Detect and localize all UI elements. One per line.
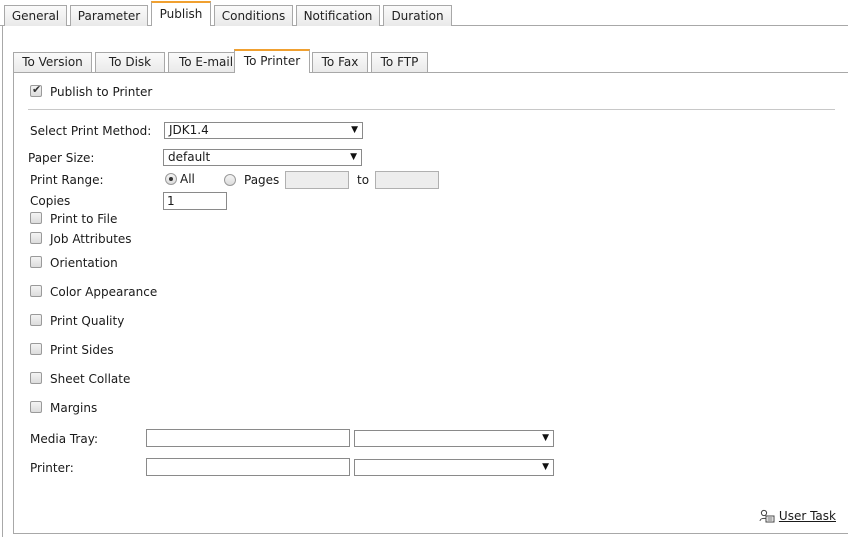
divider xyxy=(28,109,835,110)
chevron-down-icon: ▼ xyxy=(542,433,549,443)
print-range-pages-radio[interactable] xyxy=(224,174,236,186)
print-quality-checkbox[interactable] xyxy=(30,314,42,326)
tab-duration[interactable]: Duration xyxy=(383,5,452,26)
chevron-down-icon: ▼ xyxy=(351,125,358,135)
print-to-file-label: Print to File xyxy=(50,212,118,226)
color-appearance-checkbox[interactable] xyxy=(30,285,42,297)
media-tray-input[interactable] xyxy=(146,429,350,447)
print-range-label: Print Range: xyxy=(30,173,104,187)
print-range-all-label: All xyxy=(180,172,195,186)
print-range-to-input[interactable] xyxy=(375,171,439,189)
print-sides-checkbox[interactable] xyxy=(30,343,42,355)
paper-size-label: Paper Size: xyxy=(28,151,95,165)
user-task-label: User Task xyxy=(778,509,836,523)
print-range-pages-label: Pages xyxy=(244,173,280,187)
job-attributes-checkbox[interactable] xyxy=(30,232,42,244)
publish-to-printer-checkbox[interactable] xyxy=(30,83,42,97)
copies-label: Copies xyxy=(30,194,71,208)
paper-size-value: default xyxy=(168,150,211,164)
paper-size-select[interactable]: default ▼ xyxy=(163,149,362,166)
subtab-to-ftp[interactable]: To FTP xyxy=(371,52,428,73)
tab-notification[interactable]: Notification xyxy=(296,5,380,26)
media-tray-label: Media Tray: xyxy=(30,432,98,446)
print-to-file-checkbox[interactable] xyxy=(30,212,42,224)
print-sides-label: Print Sides xyxy=(50,343,114,357)
subtab-to-email[interactable]: To E-mail xyxy=(168,52,244,73)
sheet-collate-label: Sheet Collate xyxy=(50,372,131,386)
media-tray-select[interactable]: ▼ xyxy=(354,430,554,447)
orientation-label: Orientation xyxy=(50,256,118,270)
top-tab-bar: General Parameter Publish Conditions Not… xyxy=(0,0,848,26)
margins-checkbox[interactable] xyxy=(30,401,42,413)
subtab-to-fax[interactable]: To Fax xyxy=(312,52,368,73)
print-method-label: Select Print Method: xyxy=(30,124,152,138)
print-quality-label: Print Quality xyxy=(50,314,125,328)
chevron-down-icon: ▼ xyxy=(350,152,357,162)
tab-conditions[interactable]: Conditions xyxy=(214,5,293,26)
color-appearance-label: Color Appearance xyxy=(50,285,158,299)
subtab-to-version[interactable]: To Version xyxy=(13,52,92,73)
print-range-all-radio[interactable] xyxy=(165,173,177,185)
printer-select[interactable]: ▼ xyxy=(354,459,554,476)
print-range-to-label: to xyxy=(357,173,370,187)
printer-input[interactable] xyxy=(146,458,350,476)
subtab-to-printer[interactable]: To Printer xyxy=(234,49,310,73)
publish-to-printer-label: Publish to Printer xyxy=(50,85,153,99)
print-method-value: JDK1.4 xyxy=(169,123,209,137)
print-range-from-input[interactable] xyxy=(285,171,349,189)
tab-parameter[interactable]: Parameter xyxy=(70,5,148,26)
tab-publish[interactable]: Publish xyxy=(151,1,211,26)
subtab-to-disk[interactable]: To Disk xyxy=(95,52,165,73)
copies-input[interactable]: 1 xyxy=(163,192,227,210)
orientation-checkbox[interactable] xyxy=(30,256,42,268)
tab-general[interactable]: General xyxy=(4,5,67,26)
sheet-collate-checkbox[interactable] xyxy=(30,372,42,384)
printer-label: Printer: xyxy=(30,461,74,475)
chevron-down-icon: ▼ xyxy=(542,462,549,472)
user-task-link[interactable]: User Task xyxy=(759,509,836,523)
user-task-icon xyxy=(759,509,775,523)
print-method-select[interactable]: JDK1.4 ▼ xyxy=(164,122,363,139)
margins-label: Margins xyxy=(50,401,98,415)
publish-sub-tab-bar: To Version To Disk To E-mail To Printer … xyxy=(13,49,848,73)
job-attributes-label: Job Attributes xyxy=(50,232,132,246)
